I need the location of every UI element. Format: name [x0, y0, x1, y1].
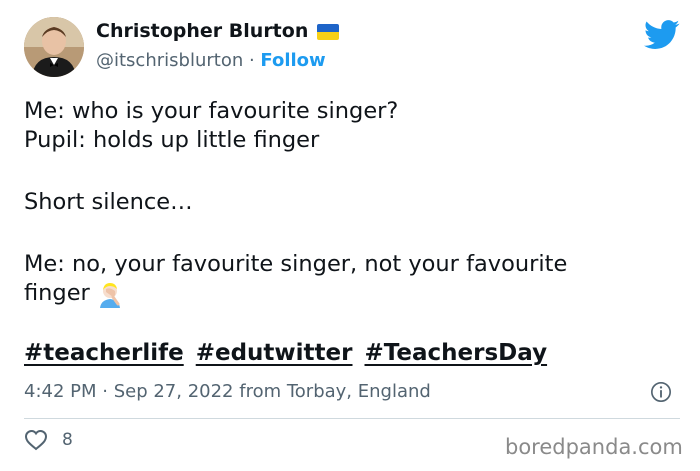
tweet-line-2: Pupil: holds up little finger: [24, 127, 320, 153]
tweet-line-4: Short silence…: [24, 189, 193, 215]
hashtags: #teacherlife #edutwitter #TeachersDay: [24, 340, 559, 366]
tweet-source: from Torbay, England: [233, 381, 431, 402]
avatar-image: [24, 17, 84, 77]
tweet-line-5: [24, 217, 684, 250]
tweet-line-6: Me: no, your favourite singer, not your …: [24, 251, 568, 277]
like-count: 8: [62, 430, 73, 450]
avatar[interactable]: [24, 17, 84, 77]
tweet-line-7: finger: [24, 280, 90, 306]
like-button[interactable]: 8: [24, 429, 73, 451]
tweet-line-7-wrapper: finger: [24, 279, 684, 308]
hashtag-link[interactable]: #edutwitter: [196, 340, 353, 366]
tweet-line-1: Me: who is your favourite singer?: [24, 98, 399, 124]
flag-bottom-stripe: [317, 32, 340, 40]
info-icon[interactable]: [650, 381, 672, 403]
flag-top-stripe: [317, 24, 340, 32]
follow-button[interactable]: Follow: [260, 50, 325, 71]
divider: [24, 418, 680, 419]
heart-icon: [24, 429, 48, 451]
author-name-row: Christopher Blurton: [96, 20, 340, 42]
tweet-line-3: [24, 155, 684, 188]
facepalm-emoji-icon: [99, 282, 120, 308]
handle-separator: ·: [243, 50, 261, 71]
tweet-text: Me: who is your favourite singer? Pupil:…: [24, 97, 684, 308]
hashtag-link[interactable]: #TeachersDay: [365, 340, 548, 366]
tweet-meta: 4:42 PM · Sep 27, 2022 from Torbay, Engl…: [24, 381, 431, 402]
tweet-time[interactable]: 4:42 PM: [24, 381, 97, 402]
tweet-date[interactable]: Sep 27, 2022: [114, 381, 234, 402]
ukraine-flag-icon: [317, 24, 340, 40]
watermark: boredpanda.com: [505, 435, 683, 459]
author-handle-row: @itschrisblurton · Follow: [96, 50, 326, 71]
twitter-bird-icon[interactable]: [644, 20, 680, 50]
hashtag-link[interactable]: #teacherlife: [24, 340, 184, 366]
author-handle[interactable]: @itschrisblurton: [96, 50, 243, 71]
author-display-name[interactable]: Christopher Blurton: [96, 20, 308, 42]
meta-separator: ·: [96, 381, 114, 402]
